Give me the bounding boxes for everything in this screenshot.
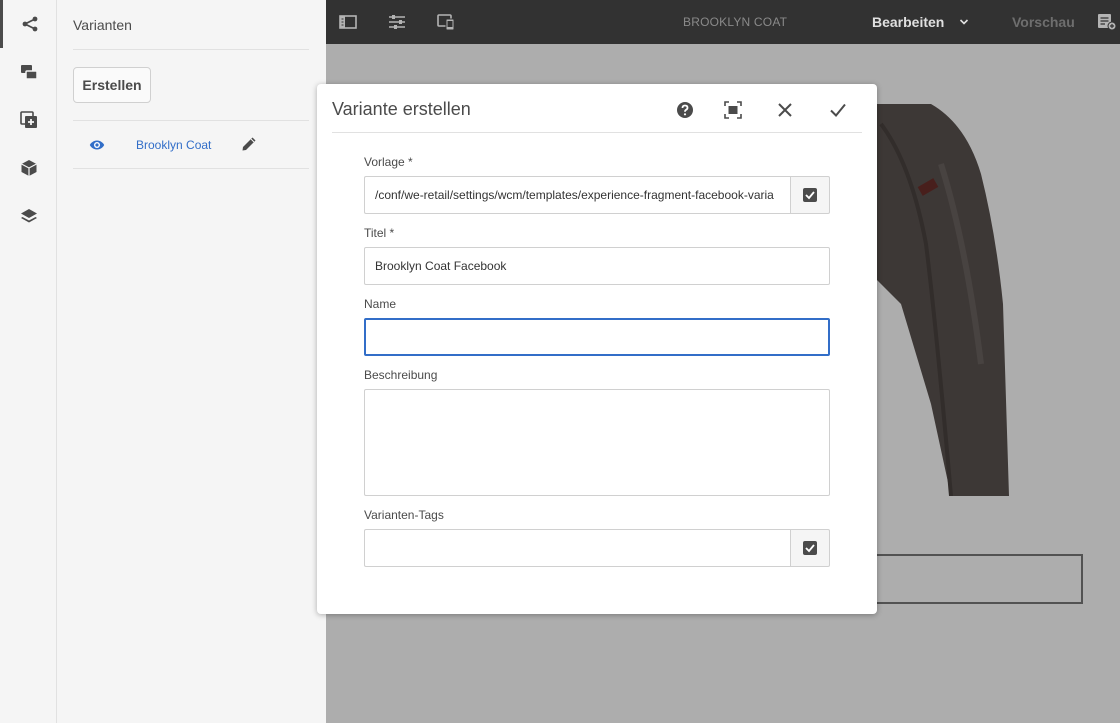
tags-field[interactable]: [364, 529, 791, 567]
add-asset-button[interactable]: [0, 96, 57, 144]
share-tree-icon: [22, 16, 38, 32]
dialog-title: Variante erstellen: [332, 99, 471, 119]
divider: [73, 49, 309, 50]
eye-icon[interactable]: [89, 138, 105, 152]
tags-picker-button[interactable]: [790, 529, 830, 567]
checkbox-icon: [803, 188, 817, 202]
add-asset-icon: [19, 111, 37, 128]
description-field[interactable]: [364, 389, 830, 496]
emulator-icon[interactable]: [437, 13, 455, 31]
divider: [73, 120, 309, 121]
components-button[interactable]: [0, 48, 57, 96]
side-panel-icon[interactable]: [339, 13, 357, 31]
variant-label[interactable]: Brooklyn Coat: [136, 138, 211, 152]
title-field[interactable]: Brooklyn Coat Facebook: [364, 247, 830, 285]
fullscreen-icon: [724, 101, 742, 119]
name-label: Name: [364, 297, 397, 311]
box-icon: [20, 160, 37, 176]
chevron-down-icon[interactable]: [959, 17, 969, 27]
components-icon: [20, 65, 38, 80]
template-field[interactable]: /conf/we-retail/settings/wcm/templates/e…: [364, 176, 791, 214]
variants-panel: Varianten Erstellen Brooklyn Coat: [57, 0, 326, 723]
box-button[interactable]: [0, 144, 57, 192]
page-title: BROOKLYN COAT: [683, 15, 788, 29]
mode-selector[interactable]: Bearbeiten: [872, 14, 944, 30]
tags-label: Varianten-Tags: [364, 508, 444, 522]
divider: [332, 132, 862, 133]
create-button[interactable]: Erstellen: [73, 67, 151, 103]
help-button[interactable]: [672, 98, 698, 122]
template-label: Vorlage *: [364, 155, 413, 169]
close-button[interactable]: [772, 98, 798, 122]
left-rail: [0, 0, 57, 723]
name-field[interactable]: [364, 318, 830, 356]
editor-toolbar: BROOKLYN COAT Bearbeiten Vorschau: [326, 0, 1120, 44]
layers-button[interactable]: [0, 192, 57, 240]
checkbox-icon: [803, 541, 817, 555]
fullscreen-button[interactable]: [720, 98, 746, 122]
confirm-button[interactable]: [825, 98, 851, 122]
title-label: Titel *: [364, 226, 395, 240]
list-item[interactable]: Brooklyn Coat: [73, 122, 309, 169]
close-icon: [778, 103, 792, 117]
confirm-icon: [830, 103, 846, 117]
pencil-icon[interactable]: [241, 136, 257, 152]
annotations-icon[interactable]: [1097, 13, 1117, 31]
panel-title: Varianten: [73, 17, 132, 33]
preview-button[interactable]: Vorschau: [1012, 14, 1075, 30]
layers-icon: [20, 209, 37, 223]
create-variant-dialog: Variante erstellen Vorlage * /conf/we-re…: [317, 84, 877, 614]
help-icon: [677, 102, 693, 118]
template-picker-button[interactable]: [790, 176, 830, 214]
share-tree-button[interactable]: [0, 0, 57, 48]
properties-icon[interactable]: [388, 13, 406, 31]
description-label: Beschreibung: [364, 368, 438, 382]
